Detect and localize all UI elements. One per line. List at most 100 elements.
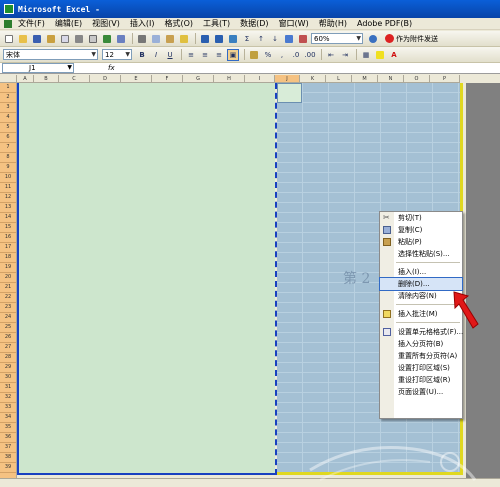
column-header-selected[interactable]: J (275, 75, 300, 83)
row-header[interactable]: 29 (0, 363, 16, 373)
permission-icon[interactable] (45, 33, 57, 45)
row-header[interactable]: 18 (0, 253, 16, 263)
context-item-insert-comment[interactable]: 插入批注(M) (380, 308, 462, 320)
fill-color-icon[interactable] (374, 49, 386, 61)
autosum-icon[interactable]: Σ (241, 33, 253, 45)
bold-button[interactable]: B (136, 49, 148, 61)
row-header[interactable]: 8 (0, 153, 16, 163)
save-icon[interactable] (31, 33, 43, 45)
row-header[interactable]: 39 (0, 463, 16, 473)
increase-decimal-icon[interactable]: .0 (290, 49, 302, 61)
row-header[interactable]: 25 (0, 323, 16, 333)
print-preview-icon[interactable] (87, 33, 99, 45)
decrease-decimal-icon[interactable]: .00 (304, 49, 316, 61)
context-item-paste-special[interactable]: 选择性粘贴(S)... (380, 248, 462, 260)
merge-center-icon[interactable]: ▣ (227, 48, 239, 61)
undo-icon[interactable] (199, 33, 211, 45)
format-painter-icon[interactable] (178, 33, 190, 45)
row-header[interactable]: 2 (0, 93, 16, 103)
row-header[interactable]: 20 (0, 273, 16, 283)
email-icon[interactable] (59, 33, 71, 45)
font-size-select[interactable]: 12 ▼ (102, 49, 132, 60)
column-header[interactable]: F (152, 75, 183, 83)
column-header[interactable]: H (214, 75, 245, 83)
select-all-corner[interactable] (0, 75, 17, 83)
row-header[interactable]: 23 (0, 303, 16, 313)
row-header[interactable]: 16 (0, 233, 16, 243)
row-header[interactable]: 9 (0, 163, 16, 173)
align-right-icon[interactable]: ≡ (213, 49, 225, 61)
column-header[interactable]: O (404, 75, 430, 83)
column-header[interactable]: B (34, 75, 59, 83)
print-icon[interactable] (73, 33, 85, 45)
menu-insert[interactable]: 插入(I) (130, 18, 155, 29)
row-header[interactable]: 14 (0, 213, 16, 223)
align-center-icon[interactable]: ≡ (199, 49, 211, 61)
row-header[interactable]: 33 (0, 403, 16, 413)
menu-edit[interactable]: 编辑(E) (55, 18, 82, 29)
row-header[interactable]: 7 (0, 143, 16, 153)
cut-icon[interactable] (136, 33, 148, 45)
percent-icon[interactable]: % (262, 49, 274, 61)
row-header[interactable]: 38 (0, 453, 16, 463)
spelling-icon[interactable] (101, 33, 113, 45)
context-item-reset-page-breaks[interactable]: 重置所有分页符(A) (380, 350, 462, 362)
row-header[interactable]: 37 (0, 443, 16, 453)
context-item-copy[interactable]: 复制(C) (380, 224, 462, 236)
new-icon[interactable] (3, 33, 15, 45)
drawing-icon[interactable] (297, 33, 309, 45)
column-header[interactable]: D (90, 75, 121, 83)
row-header[interactable]: 27 (0, 343, 16, 353)
row-header[interactable]: 15 (0, 223, 16, 233)
context-item-page-setup[interactable]: 页面设置(U)... (380, 386, 462, 398)
row-header[interactable]: 32 (0, 393, 16, 403)
row-header[interactable]: 36 (0, 433, 16, 443)
comma-style-icon[interactable]: , (276, 49, 288, 61)
column-header[interactable]: L (326, 75, 352, 83)
redo-icon[interactable] (213, 33, 225, 45)
row-header[interactable]: 34 (0, 413, 16, 423)
column-header[interactable]: E (121, 75, 152, 83)
row-header[interactable]: 30 (0, 373, 16, 383)
print-page-1[interactable] (17, 83, 275, 475)
column-header[interactable]: N (378, 75, 404, 83)
row-header[interactable]: 19 (0, 263, 16, 273)
italic-button[interactable]: I (150, 49, 162, 61)
open-icon[interactable] (17, 33, 29, 45)
menu-file[interactable]: 文件(F) (18, 18, 45, 29)
row-header[interactable]: 6 (0, 133, 16, 143)
row-header[interactable]: 3 (0, 103, 16, 113)
row-header[interactable]: 10 (0, 173, 16, 183)
insert-function-icon[interactable]: fx (108, 64, 115, 72)
font-color-icon[interactable]: A (388, 49, 400, 61)
menu-tools[interactable]: 工具(T) (203, 18, 230, 29)
active-cell-j1[interactable] (277, 83, 302, 103)
research-icon[interactable] (115, 33, 127, 45)
name-box[interactable]: J1 ▼ (2, 63, 74, 73)
row-header[interactable]: 1 (0, 83, 16, 93)
context-item-cut[interactable]: ✂ 剪切(T) (380, 212, 462, 224)
decrease-indent-icon[interactable]: ⇤ (325, 49, 337, 61)
row-header[interactable]: 26 (0, 333, 16, 343)
send-as-attachment-button[interactable]: 作为附件发送 (385, 34, 438, 44)
column-header[interactable]: A (17, 75, 34, 83)
row-header[interactable]: 31 (0, 383, 16, 393)
row-header[interactable]: 28 (0, 353, 16, 363)
context-item-reset-print-area[interactable]: 重设打印区域(R) (380, 374, 462, 386)
align-left-icon[interactable]: ≡ (185, 49, 197, 61)
sort-descending-icon[interactable]: ↓ (269, 33, 281, 45)
row-header[interactable]: 35 (0, 423, 16, 433)
row-header[interactable]: 21 (0, 283, 16, 293)
column-header[interactable]: I (245, 75, 275, 83)
menu-window[interactable]: 窗口(W) (279, 18, 309, 29)
context-item-clear-contents[interactable]: 清除内容(N) (380, 290, 462, 302)
row-header[interactable]: 12 (0, 193, 16, 203)
column-header[interactable]: G (183, 75, 214, 83)
menu-view[interactable]: 视图(V) (92, 18, 120, 29)
row-header[interactable]: 5 (0, 123, 16, 133)
menu-format[interactable]: 格式(O) (164, 18, 193, 29)
row-header[interactable]: 11 (0, 183, 16, 193)
hyperlink-icon[interactable] (227, 33, 239, 45)
paste-icon[interactable] (164, 33, 176, 45)
column-header[interactable]: M (352, 75, 378, 83)
